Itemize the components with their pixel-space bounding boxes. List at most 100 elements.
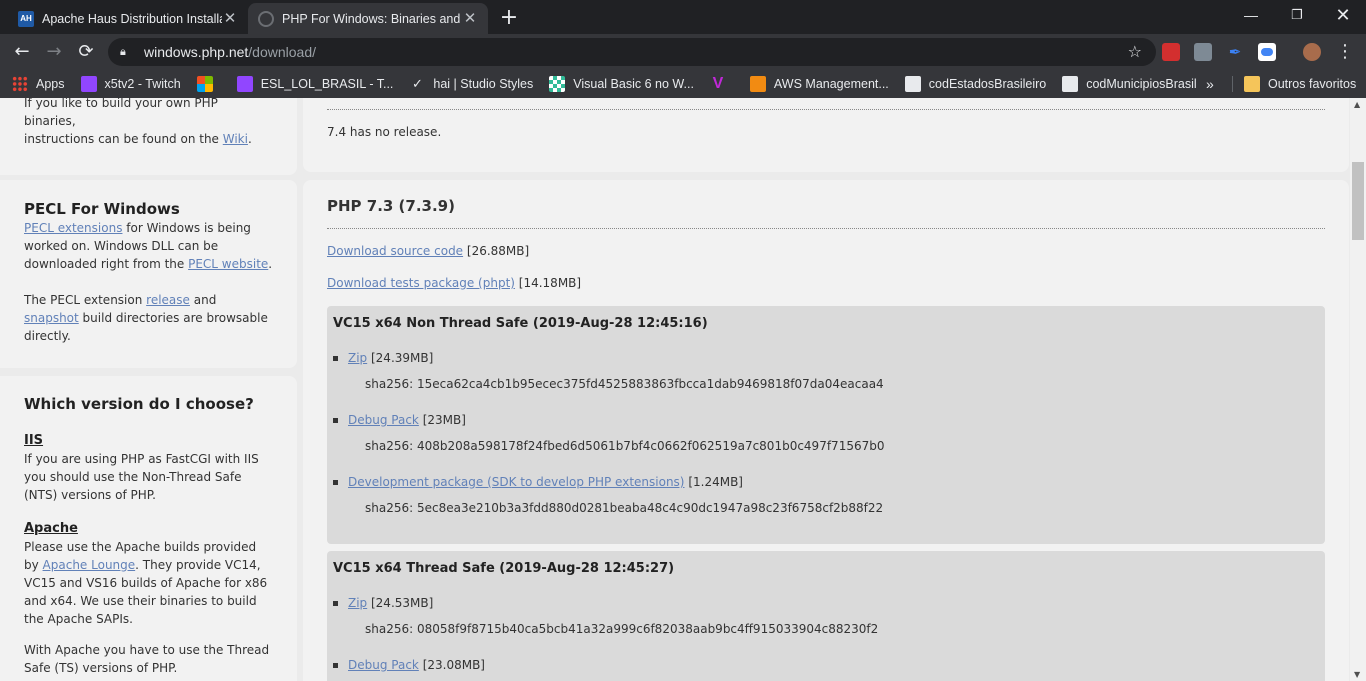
apps-grid-icon [12, 76, 28, 92]
divider [327, 228, 1325, 229]
bookmark-x5tv2[interactable]: x5tv2 - Twitch [73, 70, 189, 98]
profile-avatar[interactable] [1303, 43, 1321, 61]
pecl-text: PECL extensions for Windows is being wor… [24, 219, 273, 273]
bookmark-label: codEstadosBrasileiro [928, 77, 1047, 91]
tests-download-line: Download tests package (phpt) [14.18MB] [327, 276, 581, 290]
zip-link[interactable]: Zip [348, 351, 367, 365]
which-version-title: Which version do I choose? [24, 395, 254, 413]
tab-close-icon[interactable]: ✕ [222, 10, 238, 27]
wiki-link[interactable]: Wiki [223, 132, 248, 146]
bookmark-cod-municipios[interactable]: codMunicipiosBrasil [1054, 70, 1204, 98]
extension-feather-icon[interactable]: ✒ [1226, 43, 1244, 61]
github-icon [904, 76, 921, 92]
scroll-up-icon[interactable]: ▲ [1354, 100, 1360, 109]
bookmark-cod-estados[interactable]: codEstadosBrasileiro [897, 70, 1054, 98]
page-scrollbar[interactable]: ▲ ▼ [1350, 98, 1366, 681]
extension-cloud-icon[interactable] [1258, 43, 1276, 61]
php73-card: PHP 7.3 (7.3.9) Download source code [26… [303, 180, 1349, 681]
file-size: [1.24MB] [684, 475, 743, 489]
php74-card: 7.4 has no release. [303, 98, 1349, 172]
sha256-hash: sha256: 08058f9f8715b40ca5bcb41a32a999c6… [365, 622, 879, 636]
list-item: Debug Pack [23.08MB] [333, 658, 485, 672]
file-size: [23MB] [418, 413, 466, 427]
tab-apache-haus[interactable]: AH Apache Haus Distribution Installa ✕ [8, 3, 248, 34]
pecl-website-link[interactable]: PECL website [188, 257, 268, 271]
bookmark-hai[interactable]: ✓ hai | Studio Styles [401, 70, 541, 98]
apache-heading: Apache [24, 521, 78, 536]
bullet [333, 418, 338, 423]
bookmark-label: hai | Studio Styles [433, 77, 534, 91]
vb-icon [549, 76, 566, 92]
scroll-down-icon[interactable]: ▼ [1354, 670, 1360, 679]
bookmark-apps[interactable]: Apps [0, 70, 73, 98]
download-source-link[interactable]: Download source code [327, 244, 463, 258]
pecl-card: PECL For Windows PECL extensions for Win… [0, 180, 297, 368]
forward-button[interactable]: → [41, 39, 67, 65]
bookmark-aws[interactable]: AWS Management... [742, 70, 897, 98]
new-tab-button[interactable]: + [496, 6, 522, 32]
list-item: Zip [24.53MB] [333, 596, 433, 610]
hai-icon: ✓ [411, 76, 423, 91]
build-vc15-x64-ts: VC15 x64 Thread Safe (2019-Aug-28 12:45:… [327, 551, 1325, 681]
debug-pack-link[interactable]: Debug Pack [348, 658, 419, 672]
url-text[interactable]: windows.php.net/download/ [144, 44, 316, 60]
bookmark-microsoft[interactable] [189, 70, 229, 98]
reload-button[interactable]: ⟳ [73, 39, 99, 65]
bookmark-label: Apps [36, 77, 65, 91]
no-release-text: 7.4 has no release. [327, 125, 442, 139]
iis-heading: IIS [24, 433, 44, 448]
pecl-extensions-link[interactable]: PECL extensions [24, 221, 122, 235]
divider [327, 109, 1325, 110]
chrome-menu-icon[interactable]: ⋮ [1336, 40, 1354, 64]
list-item: Debug Pack [23MB] [333, 413, 466, 427]
bullet [333, 480, 338, 485]
bookmark-label: Outros favoritos [1268, 77, 1357, 91]
tab-title: PHP For Windows: Binaries and s [282, 11, 462, 26]
extension-chat-icon[interactable] [1194, 43, 1212, 61]
bookmark-star-icon[interactable]: ☆ [1128, 42, 1142, 61]
file-size: [23.08MB] [418, 658, 485, 672]
sha256-hash: sha256: 5ec8ea3e210b3a3fdd880d0281beaba4… [365, 501, 884, 515]
bullet [333, 663, 338, 668]
file-size: [24.39MB] [367, 351, 434, 365]
bookmark-visual-basic[interactable]: Visual Basic 6 no W... [541, 70, 702, 98]
build-title: VC15 x64 Thread Safe (2019-Aug-28 12:45:… [333, 561, 675, 576]
scrollbar-thumb[interactable] [1352, 162, 1364, 240]
bookmark-label: AWS Management... [773, 77, 889, 91]
bookmark-other-favorites[interactable]: Outros favoritos [1236, 70, 1364, 98]
v-icon: V [712, 75, 724, 92]
minimize-button[interactable]: — [1228, 0, 1274, 32]
lock-icon[interactable]: 🔒︎ [120, 45, 134, 59]
pecl-title: PECL For Windows [24, 200, 180, 218]
development-package-link[interactable]: Development package (SDK to develop PHP … [348, 475, 685, 489]
bookmark-v[interactable]: V [702, 70, 742, 98]
maximize-button[interactable]: ❐ [1274, 0, 1320, 32]
bookmark-label: x5tv2 - Twitch [104, 77, 181, 91]
tab-close-icon[interactable]: ✕ [462, 10, 478, 27]
address-bar[interactable]: 🔒︎ windows.php.net/download/ ☆ [108, 38, 1156, 66]
sha256-hash: sha256: 408b208a598178f24fbed6d5061b7bf4… [365, 439, 885, 453]
url-path: /download/ [248, 44, 317, 60]
extension-red-icon[interactable] [1162, 43, 1180, 61]
list-item: Zip [24.39MB] [333, 351, 434, 365]
debug-pack-link[interactable]: Debug Pack [348, 413, 419, 427]
pecl-text-end: . [268, 257, 273, 271]
back-button[interactable]: ← [9, 39, 35, 65]
tab-strip: AH Apache Haus Distribution Installa ✕ P… [0, 0, 1366, 34]
tab-php-windows[interactable]: PHP For Windows: Binaries and s ✕ [248, 3, 488, 34]
release-link[interactable]: release [146, 293, 190, 307]
bookmark-esl-lol[interactable]: ESL_LOL_BRASIL - T... [229, 70, 402, 98]
folder-icon [1244, 76, 1260, 92]
apache-lounge-link[interactable]: Apache Lounge [43, 558, 136, 572]
bookmarks-divider [1232, 76, 1233, 92]
tab-title: Apache Haus Distribution Installa [42, 11, 222, 26]
close-window-button[interactable]: ✕ [1320, 0, 1366, 32]
snapshot-link[interactable]: snapshot [24, 311, 79, 325]
pecl-directories-text: The PECL extension release and snapshot … [24, 291, 273, 345]
zip-link[interactable]: Zip [348, 596, 367, 610]
download-tests-link[interactable]: Download tests package (phpt) [327, 276, 515, 290]
build-own-text-2: instructions can be found on the Wiki. [24, 130, 273, 148]
bookmark-label: Visual Basic 6 no W... [573, 77, 694, 91]
which-version-card: Which version do I choose? IIS If you ar… [0, 376, 297, 681]
bookmarks-overflow-icon[interactable]: » [1206, 70, 1214, 98]
